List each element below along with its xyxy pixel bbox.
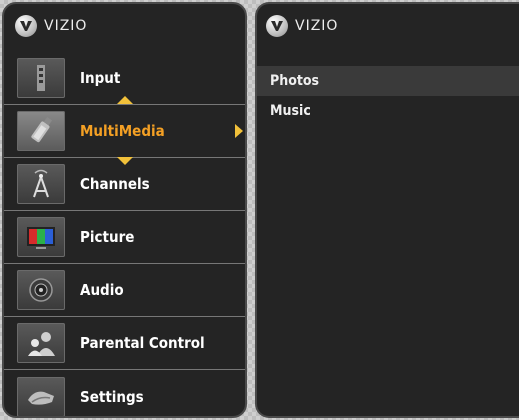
speaker-icon	[17, 270, 65, 310]
parental-control-icon	[17, 323, 65, 363]
usb-drive-icon	[17, 111, 65, 151]
menu-item-audio[interactable]: Audio	[4, 264, 245, 317]
menu-item-channels[interactable]: Channels	[4, 158, 245, 211]
vizio-logo-text: VIZIO	[295, 18, 339, 34]
submenu-panel: VIZIO Photos Music	[255, 2, 519, 418]
vizio-logo-text: VIZIO	[44, 18, 88, 34]
menu-label-input: Input	[80, 69, 121, 87]
menu-item-parental-control[interactable]: Parental Control	[4, 317, 245, 370]
menu-label-audio: Audio	[80, 281, 124, 299]
main-menu-panel: VIZIO Input MultiMedia Channels Picture …	[2, 2, 247, 418]
menu-label-settings: Settings	[80, 387, 144, 406]
vizio-logo: VIZIO	[266, 13, 338, 39]
vizio-logo: VIZIO	[15, 13, 87, 39]
main-menu-list: Input MultiMedia Channels Picture Audio …	[4, 52, 245, 416]
vizio-v-icon	[266, 15, 288, 37]
submenu-item-photos[interactable]: Photos	[257, 66, 519, 96]
submenu-list: Photos Music	[257, 66, 519, 126]
input-icon	[17, 58, 65, 98]
settings-icon	[17, 376, 65, 416]
menu-item-settings[interactable]: Settings	[4, 370, 245, 416]
menu-item-multimedia[interactable]: MultiMedia	[4, 96, 245, 165]
submenu-arrow-icon[interactable]	[235, 124, 243, 138]
menu-label-parental-control: Parental Control	[80, 334, 205, 352]
menu-label-channels: Channels	[80, 175, 150, 193]
picture-monitor-icon	[17, 217, 65, 257]
vizio-v-icon	[15, 15, 37, 37]
menu-item-picture[interactable]: Picture	[4, 211, 245, 264]
antenna-icon	[17, 164, 65, 204]
submenu-item-music[interactable]: Music	[257, 96, 519, 126]
scroll-up-arrow-icon[interactable]	[117, 96, 133, 104]
menu-label-multimedia: MultiMedia	[80, 122, 165, 140]
menu-label-picture: Picture	[80, 228, 135, 246]
